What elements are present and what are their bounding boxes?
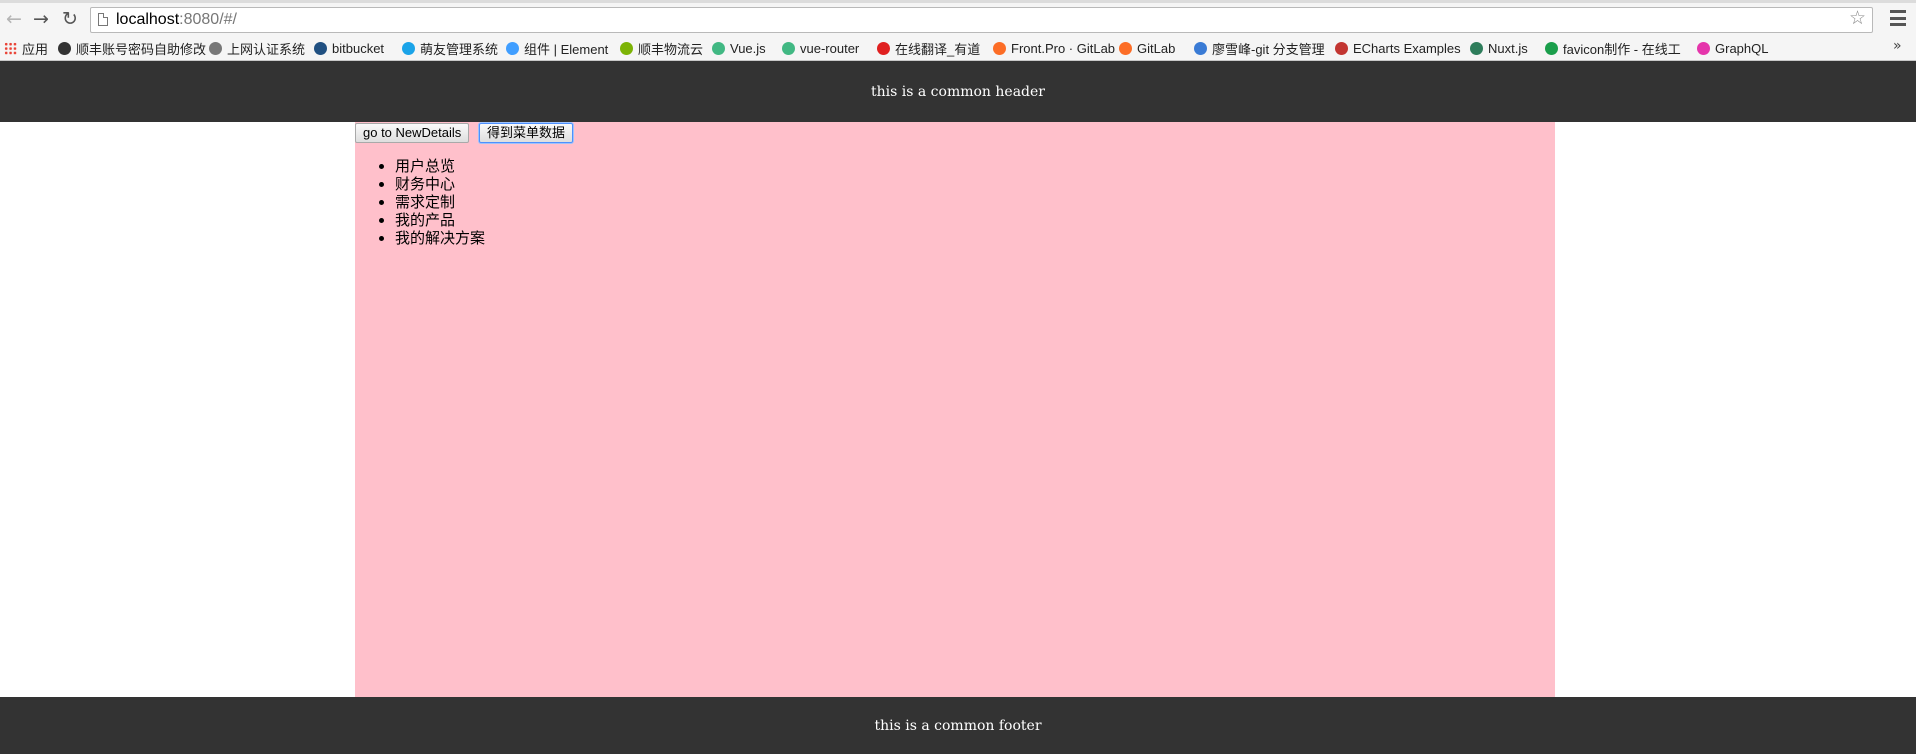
menu-item: 财务中心	[395, 175, 485, 193]
graphql-icon	[1697, 41, 1710, 55]
bookmark-label: favicon制作 - 在线工	[1563, 41, 1681, 57]
arrow-right-icon: →	[33, 7, 49, 30]
star-icon[interactable]: ☆	[1849, 9, 1866, 28]
bookmark-item[interactable]: GitLab	[1119, 39, 1175, 57]
bookmark-item[interactable]: 顺丰账号密码自助修改	[58, 39, 206, 57]
bookmark-item[interactable]: Front.Pro · GitLab	[993, 39, 1115, 57]
gitlab-icon	[993, 41, 1006, 55]
bookmark-label: bitbucket	[332, 40, 385, 56]
apps-grid-icon	[4, 41, 17, 55]
bookmark-label: 上网认证系统	[227, 41, 306, 57]
mengyou-icon	[402, 41, 415, 55]
echarts-icon	[1335, 41, 1348, 55]
app-header: this is a common header	[0, 61, 1916, 122]
address-bar[interactable]: localhost:8080/#/ ☆	[90, 7, 1873, 33]
hamburger-menu-icon[interactable]	[1890, 10, 1906, 26]
bookmark-item[interactable]: 组件 | Element	[506, 39, 608, 57]
element-icon	[506, 41, 519, 55]
vue-icon	[782, 41, 795, 55]
bookmark-item[interactable]: GraphQL	[1697, 39, 1768, 57]
bookmarks-overflow-icon[interactable]: »	[1893, 38, 1902, 54]
main-content: go to NewDetails 得到菜单数据 用户总览 财务中心 需求定制 我…	[355, 122, 1555, 697]
bookmark-label: Vue.js	[730, 40, 766, 56]
bookmark-label: 应用	[22, 41, 49, 57]
sf-cloud-icon	[620, 41, 633, 55]
bookmark-item[interactable]: Vue.js	[712, 39, 766, 57]
bookmark-label: Nuxt.js	[1488, 40, 1528, 56]
bookmark-item[interactable]: Nuxt.js	[1470, 39, 1528, 57]
rocket-icon	[1194, 41, 1207, 55]
vue-icon	[712, 41, 725, 55]
url-host: localhost	[116, 11, 180, 28]
bookmark-label: 顺丰物流云	[638, 41, 704, 57]
bookmark-item[interactable]: 上网认证系统	[209, 39, 305, 57]
gitlab-icon	[1119, 41, 1132, 55]
menu-list: 用户总览 财务中心 需求定制 我的产品 我的解决方案	[355, 157, 485, 247]
bookmark-label: 组件 | Element	[524, 41, 609, 57]
bookmark-item[interactable]: favicon制作 - 在线工	[1545, 39, 1681, 57]
menu-item: 用户总览	[395, 157, 485, 175]
bookmark-item[interactable]: 萌友管理系统	[402, 39, 498, 57]
bookmark-item[interactable]: 应用	[4, 39, 48, 57]
bookmarks-bar: 应用 顺丰账号密码自助修改 上网认证系统 bitbucket 萌友管理系统 组件 | El…	[0, 36, 1916, 60]
bookmark-label: 在线翻译_有道	[895, 41, 981, 57]
menu-item: 我的产品	[395, 211, 485, 229]
nuxt-icon	[1470, 41, 1483, 55]
bookmark-item[interactable]: ECharts Examples	[1335, 39, 1461, 57]
url-path: :8080/#/	[179, 11, 237, 28]
bookmark-label: GitLab	[1137, 40, 1176, 56]
page-icon	[98, 13, 108, 26]
bitbucket-icon	[314, 41, 327, 55]
browser-chrome: ← → ↻ localhost:8080/#/ ☆ 应用 顺丰账号密码自助修改 上网…	[0, 0, 1916, 61]
go-to-newdetails-button[interactable]: go to NewDetails	[355, 123, 470, 143]
bookmark-label: GraphQL	[1715, 40, 1769, 56]
youdao-icon	[877, 41, 890, 55]
bookmark-label: Front.Pro · GitLab	[1011, 40, 1116, 56]
bookmark-label: 萌友管理系统	[420, 41, 499, 57]
menu-item: 需求定制	[395, 193, 485, 211]
tab-strip-edge	[0, 0, 1916, 3]
favicon-tool-icon	[1545, 41, 1558, 55]
reload-button[interactable]: ↻	[59, 8, 81, 30]
footer-text: this is a common footer	[874, 717, 1042, 734]
bookmark-item[interactable]: 在线翻译_有道	[877, 39, 980, 57]
bookmark-item[interactable]: vue-router	[782, 39, 859, 57]
bookmark-label: 顺丰账号密码自助修改	[76, 41, 207, 57]
bookmark-label: 廖雪峰-git 分支管理	[1212, 41, 1325, 57]
url-text[interactable]: localhost:8080/#/	[116, 11, 237, 29]
forward-button[interactable]: →	[30, 8, 52, 30]
browser-toolbar: ← → ↻ localhost:8080/#/ ☆	[0, 5, 1916, 35]
app-footer: this is a common footer	[0, 697, 1916, 754]
menu-item: 我的解决方案	[395, 229, 485, 247]
bookmark-item[interactable]: 顺丰物流云	[620, 39, 703, 57]
sf-logo-icon	[58, 41, 71, 55]
get-menu-data-button[interactable]: 得到菜单数据	[479, 123, 574, 143]
back-button[interactable]: ←	[3, 8, 25, 30]
bookmark-label: ECharts Examples	[1353, 40, 1461, 56]
bookmark-item[interactable]: 廖雪峰-git 分支管理	[1194, 39, 1325, 57]
reload-icon: ↻	[62, 7, 78, 30]
page-icon	[209, 41, 222, 55]
bookmark-item[interactable]: bitbucket	[314, 39, 384, 57]
bookmark-label: vue-router	[800, 40, 860, 56]
header-text: this is a common header	[871, 83, 1045, 100]
arrow-left-icon: ←	[6, 7, 22, 30]
